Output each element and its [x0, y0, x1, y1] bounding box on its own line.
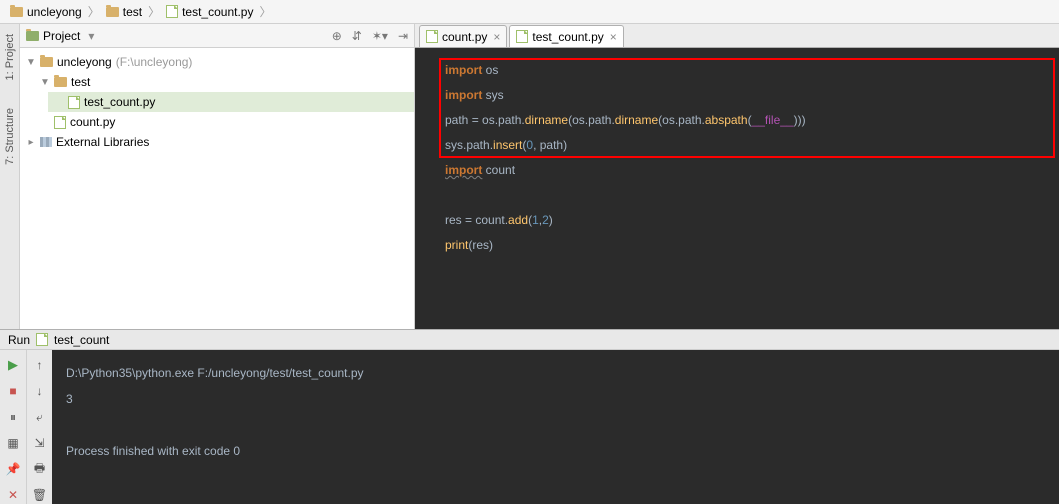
pyfile-icon: [54, 116, 66, 129]
rerun-icon[interactable]: ▶: [4, 356, 22, 374]
wrap-icon[interactable]: ⤶: [31, 408, 49, 426]
scroll-icon[interactable]: ⇲: [31, 434, 49, 452]
tree-row[interactable]: count.py: [34, 112, 414, 132]
up-icon[interactable]: ↑: [31, 356, 49, 374]
tree-label: uncleyong: [57, 55, 112, 69]
chevron-right-icon: 〉: [148, 3, 160, 20]
breadcrumb-item[interactable]: uncleyong: [6, 5, 86, 19]
tree-label: test_count.py: [84, 95, 155, 109]
collapse-icon[interactable]: ⇥: [398, 29, 408, 43]
run-tool-window: Run test_count ▶ ■ ⏸ ▦ 📌 ✕ ↑ ↓ ⤶ ⇲ 🖶 🗑 D…: [0, 329, 1059, 504]
down-icon[interactable]: ↓: [31, 382, 49, 400]
close-icon[interactable]: ×: [610, 30, 617, 44]
run-gutter-primary: ▶ ■ ⏸ ▦ 📌 ✕: [0, 350, 26, 504]
run-header-label: Run: [8, 333, 30, 347]
tree-row[interactable]: ▸ External Libraries: [20, 132, 414, 152]
tab-label: count.py: [442, 30, 487, 44]
pin-icon[interactable]: 📌: [4, 460, 22, 478]
console-line: 3: [66, 386, 1045, 412]
editor-tabs: count.py × test_count.py ×: [415, 24, 1059, 48]
breadcrumb-item[interactable]: test: [102, 5, 146, 19]
folder-icon: [40, 57, 53, 67]
run-header: Run test_count: [0, 330, 1059, 350]
layout-icon[interactable]: ▦: [4, 434, 22, 452]
breadcrumb: uncleyong 〉 test 〉 test_count.py 〉: [0, 0, 1059, 24]
structure-tool-tab[interactable]: 7: Structure: [4, 104, 16, 169]
project-tool-tab[interactable]: 1: Project: [4, 30, 16, 84]
trash-icon[interactable]: 🗑: [31, 486, 49, 504]
chevron-right-icon: 〉: [88, 3, 100, 20]
tree-row[interactable]: ▼ uncleyong (F:\uncleyong): [20, 52, 414, 72]
tree-label: test: [71, 75, 90, 89]
console-line: [66, 412, 1045, 438]
project-icon: [26, 31, 39, 41]
close-icon[interactable]: ✕: [4, 486, 22, 504]
project-pane-title: Project: [43, 29, 80, 43]
pause-icon[interactable]: ⏸: [4, 408, 22, 426]
editor-tab[interactable]: test_count.py ×: [509, 25, 623, 47]
run-gutter-secondary: ↑ ↓ ⤶ ⇲ 🖶 🗑: [26, 350, 52, 504]
tool-window-stripe: 1: Project 7: Structure: [0, 24, 20, 329]
python-file-icon: [426, 30, 438, 43]
print-icon[interactable]: 🖶: [31, 460, 49, 478]
folder-icon: [54, 77, 67, 87]
twisty-icon[interactable]: ▼: [40, 77, 50, 88]
code-editor[interactable]: import os import sys path = os.path.dirn…: [415, 48, 1059, 329]
sort-icon[interactable]: ⇵: [352, 29, 362, 43]
tree-label: External Libraries: [56, 135, 149, 149]
folder-icon: [106, 7, 119, 17]
stop-icon[interactable]: ■: [4, 382, 22, 400]
pyfile-icon: [68, 96, 80, 109]
console-line: D:\Python35\python.exe F:/uncleyong/test…: [66, 360, 1045, 386]
tree-label: count.py: [70, 115, 115, 129]
tree-hint: (F:\uncleyong): [116, 55, 193, 69]
python-file-icon: [36, 333, 48, 346]
tree-row[interactable]: test_count.py: [48, 92, 414, 112]
twisty-icon[interactable]: ▸: [26, 137, 36, 148]
console-output[interactable]: D:\Python35\python.exe F:/uncleyong/test…: [52, 350, 1059, 504]
project-tree: ▼ uncleyong (F:\uncleyong) ▼ test test_count…: [20, 48, 414, 329]
tab-label: test_count.py: [532, 30, 603, 44]
project-pane: Project ▾ ⊕ ⇵ ✶▾ ⇥ ▼ uncleyong (F:\uncley…: [20, 24, 415, 329]
close-icon[interactable]: ×: [493, 30, 500, 44]
twisty-icon[interactable]: ▼: [26, 57, 36, 68]
chevron-right-icon: 〉: [259, 3, 271, 20]
target-icon[interactable]: ⊕: [332, 29, 342, 43]
console-line: Process finished with exit code 0: [66, 438, 1045, 464]
lib-icon: [40, 137, 52, 147]
breadcrumb-item[interactable]: test_count.py: [162, 5, 257, 19]
python-file-icon: [516, 30, 528, 43]
python-file-icon: [166, 5, 178, 18]
run-config-name: test_count: [54, 333, 109, 347]
editor-area: count.py × test_count.py × import os import…: [415, 24, 1059, 329]
tree-row[interactable]: ▼ test: [34, 72, 414, 92]
settings-icon[interactable]: ✶▾: [372, 29, 388, 43]
dropdown-icon[interactable]: ▾: [88, 29, 94, 43]
project-pane-header: Project ▾ ⊕ ⇵ ✶▾ ⇥: [20, 24, 414, 48]
editor-tab[interactable]: count.py ×: [419, 25, 507, 47]
folder-icon: [10, 7, 23, 17]
